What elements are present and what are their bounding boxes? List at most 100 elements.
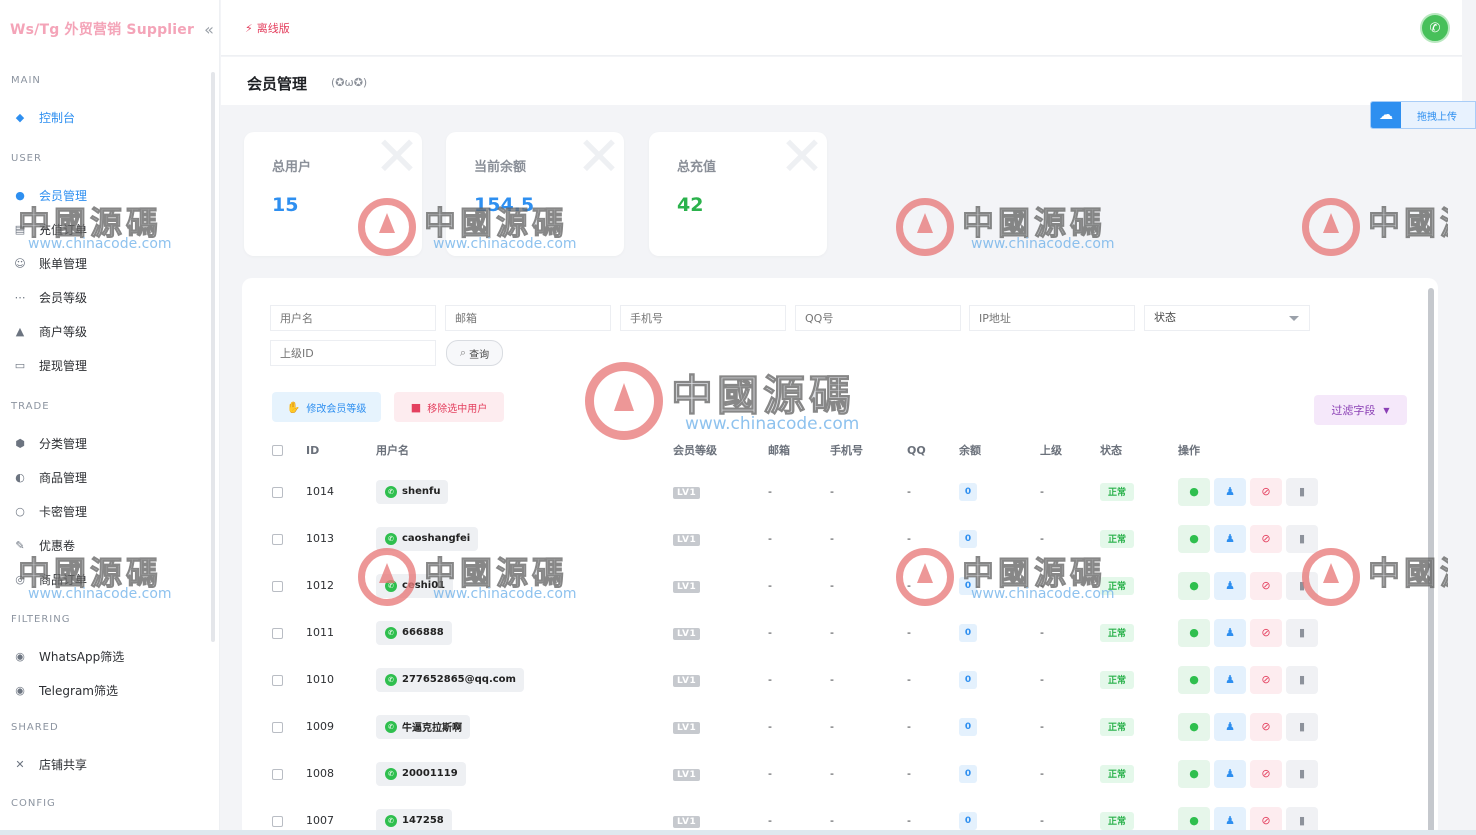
row-checkbox[interactable] (272, 627, 283, 639)
row-qq: - (907, 485, 911, 498)
sidebar-item-0-0[interactable]: ◆ 控制台 (0, 100, 216, 134)
ban-icon[interactable]: ⊘ (1250, 665, 1282, 694)
status-filter-select[interactable]: 状态 (1144, 305, 1310, 331)
sidebar-item-2-2[interactable]: ○ 卡密管理 (0, 494, 216, 528)
email-filter-input[interactable] (445, 305, 611, 331)
ip-filter-input[interactable] (969, 305, 1135, 331)
delete-icon[interactable]: ▮ (1286, 665, 1318, 694)
sidebar-item-1-0[interactable]: ● 会员管理 (0, 178, 216, 212)
sidebar-scrollbar[interactable] (211, 72, 215, 642)
delete-icon[interactable]: ▮ (1286, 477, 1318, 506)
sidebar-item-2-0[interactable]: ⬢ 分类管理 (0, 426, 216, 460)
sidebar-item-3-0[interactable]: ◉ WhatsApp筛选 (0, 639, 216, 673)
edit-user-icon[interactable]: ♟ (1214, 759, 1246, 788)
select-all-checkbox[interactable] (272, 445, 283, 456)
row-checkbox[interactable] (272, 486, 283, 498)
watermark: 中國源碼 www.chinacode.com (896, 198, 1115, 256)
parent-id-filter-input[interactable] (270, 340, 436, 366)
row-checkbox[interactable] (272, 580, 283, 592)
delete-icon[interactable]: ▮ (1286, 524, 1318, 553)
row-status-badge: 正常 (1100, 482, 1134, 501)
filter-fields-button[interactable]: 过滤字段 ▼ (1314, 395, 1407, 425)
row-balance-cell: 0 (959, 703, 1040, 750)
edit-user-icon[interactable]: ♟ (1214, 524, 1246, 553)
edit-user-icon[interactable]: ♟ (1214, 618, 1246, 647)
chat-icon[interactable]: ● (1178, 524, 1210, 553)
sidebar-item-label: 提现管理 (39, 358, 88, 373)
sidebar-item-1-2[interactable]: ☺ 账单管理 (0, 246, 216, 280)
query-button[interactable]: ⌕ 查询 (446, 340, 503, 366)
header-id[interactable]: ID (306, 432, 376, 468)
page-scrollbar[interactable] (1428, 288, 1434, 833)
row-checkbox[interactable] (272, 768, 283, 780)
collapse-sidebar-icon[interactable]: « (204, 20, 214, 39)
edit-user-icon[interactable]: ♟ (1214, 477, 1246, 506)
row-parent: - (1040, 720, 1044, 733)
sidebar-item-2-1[interactable]: ◐ 商品管理 (0, 460, 216, 494)
sidebar-item-3-1[interactable]: ◉ Telegram筛选 (0, 673, 216, 707)
header-level[interactable]: 会员等级 (673, 432, 768, 468)
change-level-button[interactable]: ✋ 修改会员等级 (272, 392, 381, 422)
username-chip[interactable]: ✆ 147258 (376, 808, 452, 833)
username-chip[interactable]: ✆ 666888 (376, 620, 452, 645)
chat-icon[interactable]: ● (1178, 665, 1210, 694)
row-status-badge: 正常 (1100, 811, 1134, 830)
username-chip[interactable]: ✆ 牛逼克拉斯啊 (376, 714, 470, 739)
delete-icon[interactable]: ▮ (1286, 712, 1318, 741)
chat-icon[interactable]: ● (1178, 571, 1210, 600)
sidebar-item-2-3[interactable]: ✎ 优惠卷 (0, 528, 216, 562)
sidebar-item-2-4[interactable]: ◎ 商品订单 (0, 562, 216, 596)
row-checkbox[interactable] (272, 674, 283, 686)
row-checkbox[interactable] (272, 721, 283, 733)
row-balance: 0 (959, 811, 977, 830)
row-checkbox[interactable] (272, 815, 283, 827)
chat-icon[interactable]: ● (1178, 618, 1210, 647)
header-qq[interactable]: QQ (907, 432, 959, 468)
sidebar-item-1-4[interactable]: ▲ 商户等级 (0, 314, 216, 348)
ban-icon[interactable]: ⊘ (1250, 618, 1282, 647)
username-chip[interactable]: ✆ shenfu (376, 479, 449, 504)
sidebar-item-1-3[interactable]: ⋯ 会员等级 (0, 280, 216, 314)
row-balance: 0 (959, 482, 977, 501)
drag-upload-button[interactable]: ☁ 拖拽上传 (1370, 101, 1476, 129)
ban-icon[interactable]: ⊘ (1250, 524, 1282, 553)
chat-icon[interactable]: ● (1178, 759, 1210, 788)
header-phone[interactable]: 手机号 (830, 432, 907, 468)
sidebar-item-1-5[interactable]: ▭ 提现管理 (0, 348, 216, 382)
remove-selected-button[interactable]: ■ 移除选中用户 (394, 392, 504, 422)
ban-icon[interactable]: ⊘ (1250, 571, 1282, 600)
header-email[interactable]: 邮箱 (768, 432, 830, 468)
row-balance: 0 (959, 717, 977, 736)
username-chip[interactable]: ✆ 277652865@qq.com (376, 667, 524, 692)
row-balance-cell: 0 (959, 656, 1040, 703)
edit-user-icon[interactable]: ♟ (1214, 665, 1246, 694)
delete-icon[interactable]: ▮ (1286, 759, 1318, 788)
delete-icon[interactable]: ▮ (1286, 618, 1318, 647)
header-parent[interactable]: 上级 (1040, 432, 1100, 468)
avatar[interactable]: ✆ (1420, 13, 1450, 43)
header-balance[interactable]: 余额 (959, 432, 1040, 468)
username-chip[interactable]: ✆ ceshi01 (376, 573, 454, 598)
delete-icon[interactable]: ▮ (1286, 571, 1318, 600)
username-filter-input[interactable] (270, 305, 436, 331)
sidebar-item-1-1[interactable]: ▤ 充值订单 (0, 212, 216, 246)
chat-icon[interactable]: ● (1178, 477, 1210, 506)
sidebar-item-label: 店铺共享 (39, 757, 88, 772)
phone-filter-input[interactable] (620, 305, 786, 331)
ban-icon[interactable]: ⊘ (1250, 759, 1282, 788)
header-status[interactable]: 状态 (1100, 432, 1178, 468)
sidebar-item-4-0[interactable]: ✕ 店铺共享 (0, 747, 216, 781)
edit-user-icon[interactable]: ♟ (1214, 571, 1246, 600)
qq-filter-input[interactable] (795, 305, 961, 331)
chat-icon[interactable]: ● (1178, 712, 1210, 741)
row-qq: - (907, 767, 911, 780)
ban-icon[interactable]: ⊘ (1250, 712, 1282, 741)
ban-icon[interactable]: ⊘ (1250, 477, 1282, 506)
header-username[interactable]: 用户名 (376, 432, 673, 468)
edit-user-icon[interactable]: ♟ (1214, 712, 1246, 741)
row-checkbox[interactable] (272, 533, 283, 545)
row-level-badge: LV1 (673, 486, 701, 499)
brand: Ws/Tg 外贸营销 Supplier « (0, 0, 219, 58)
username-chip[interactable]: ✆ caoshangfei (376, 526, 479, 551)
username-chip[interactable]: ✆ 20001119 (376, 761, 466, 786)
